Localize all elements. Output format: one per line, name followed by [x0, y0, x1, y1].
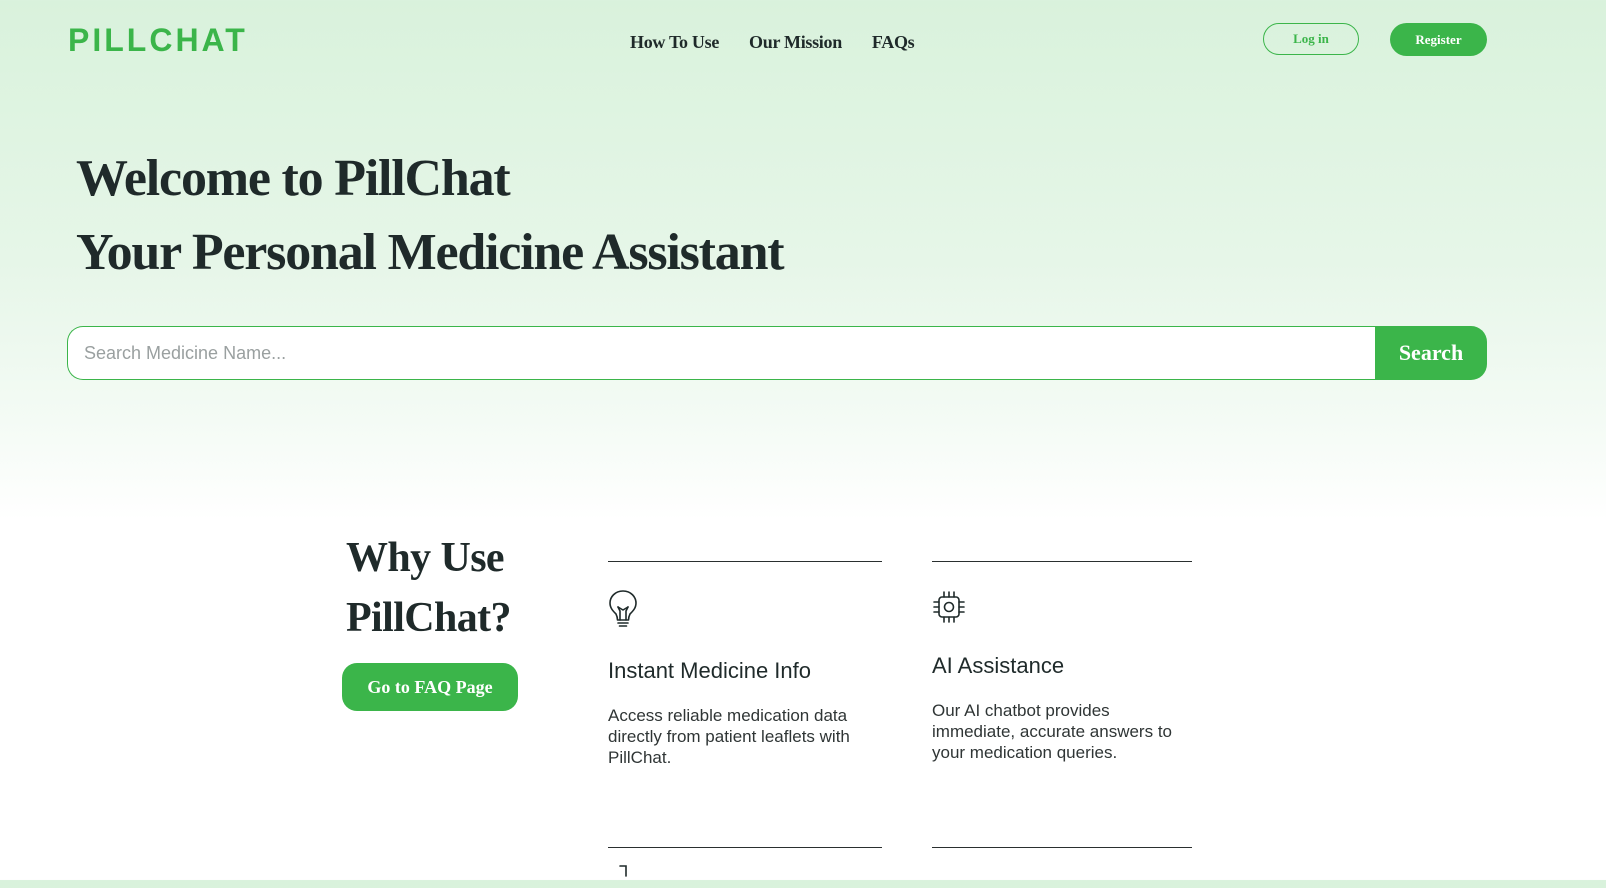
hero-title-line-1: Welcome to PillChat	[76, 150, 511, 207]
search-input[interactable]	[67, 326, 1375, 380]
login-button[interactable]: Log in	[1263, 23, 1359, 55]
feature-description: Our AI chatbot provides immediate, accur…	[932, 701, 1172, 762]
nav-faqs[interactable]: FAQs	[872, 30, 915, 54]
nav-how-to-use[interactable]: How To Use	[630, 30, 719, 54]
why-title-line-2: PillChat?	[346, 595, 512, 641]
register-button[interactable]: Register	[1390, 23, 1487, 56]
lightbulb-icon	[608, 589, 638, 634]
chip-icon	[932, 590, 966, 629]
feature-card-3	[608, 847, 882, 888]
search-button[interactable]: Search	[1375, 326, 1487, 380]
feature-title: Instant Medicine Info	[608, 658, 812, 683]
feature-card-4	[932, 847, 1192, 888]
search-bar: Search	[67, 326, 1487, 380]
main-nav: How To Use Our Mission FAQs	[630, 30, 915, 54]
why-title-line-1: Why Use	[346, 535, 505, 581]
hero-title: Welcome to PillChat Your Personal Medici…	[76, 142, 785, 290]
feature-card-instant-info: Instant Medicine Info Access reliable me…	[608, 561, 882, 862]
pillchat-logo[interactable]: PILLCHAT	[68, 24, 248, 56]
go-to-faq-button[interactable]: Go to FAQ Page	[342, 663, 518, 711]
hero-title-line-2: Your Personal Medicine Assistant	[76, 224, 785, 281]
feature-icon	[608, 862, 634, 887]
nav-our-mission[interactable]: Our Mission	[749, 30, 842, 54]
feature-title: AI Assistance	[932, 653, 1065, 678]
feature-description: Access reliable medication data directly…	[608, 706, 850, 767]
feature-card-ai-assistance: AI Assistance Our AI chatbot provides im…	[932, 561, 1192, 862]
why-section-title: Why Use PillChat?	[346, 528, 512, 648]
